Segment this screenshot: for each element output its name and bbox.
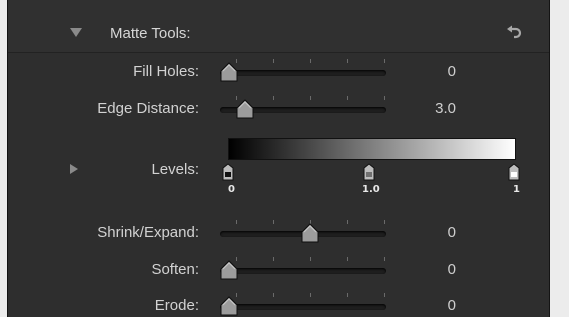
edge-distance-value[interactable]: 3.0 [408, 100, 456, 117]
levels-black-handle[interactable] [222, 163, 234, 181]
slider-thumb[interactable] [220, 296, 238, 316]
slider-tick [273, 293, 274, 297]
slider-tick [310, 96, 311, 100]
disclosure-triangle-icon[interactable] [70, 28, 82, 37]
slider-tick [273, 59, 274, 63]
slider-tick [310, 257, 311, 261]
window-left-edge [0, 0, 7, 317]
edge-distance-label: Edge Distance: [97, 100, 199, 117]
slider-tick [347, 220, 348, 224]
soften-slider[interactable] [220, 257, 386, 281]
levels-gamma-value: 1.0 [362, 184, 380, 195]
slider-tick [273, 220, 274, 224]
slider-tick [384, 257, 385, 261]
slider-tick [347, 59, 348, 63]
window-right-edge [550, 0, 569, 317]
slider-track [220, 70, 386, 76]
reset-icon[interactable] [505, 24, 523, 42]
levels-white-value: 1 [513, 184, 520, 195]
erode-label: Erode: [154, 297, 199, 314]
slider-tick [273, 96, 274, 100]
soften-label: Soften: [151, 261, 199, 278]
inspector-panel: Matte Tools: Fill Holes: 0 Edge Distance… [7, 0, 550, 317]
slider-thumb[interactable] [236, 99, 254, 119]
section-title: Matte Tools: [110, 25, 191, 42]
levels-white-handle[interactable] [508, 163, 520, 181]
slider-tick [347, 96, 348, 100]
slider-tick [384, 220, 385, 224]
levels-gamma-handle[interactable] [363, 163, 375, 181]
levels-gradient-bar [228, 138, 516, 160]
levels-label: Levels: [151, 161, 199, 178]
slider-thumb[interactable] [220, 62, 238, 82]
slider-tick [236, 220, 237, 224]
slider-track [220, 268, 386, 274]
erode-slider[interactable] [220, 293, 386, 317]
slider-tick [384, 293, 385, 297]
slider-tick [347, 257, 348, 261]
slider-tick [384, 96, 385, 100]
shrink-expand-slider[interactable] [220, 220, 386, 244]
fill-holes-value[interactable]: 0 [408, 63, 456, 80]
levels-black-value: 0 [228, 184, 235, 195]
shrink-expand-value[interactable]: 0 [408, 224, 456, 241]
soften-value[interactable]: 0 [408, 261, 456, 278]
slider-tick [310, 59, 311, 63]
fill-holes-slider[interactable] [220, 59, 386, 83]
slider-tick [347, 293, 348, 297]
edge-distance-slider[interactable] [220, 96, 386, 120]
slider-thumb[interactable] [220, 260, 238, 280]
shrink-expand-label: Shrink/Expand: [97, 224, 199, 241]
slider-tick [384, 59, 385, 63]
erode-value[interactable]: 0 [408, 297, 456, 314]
fill-holes-label: Fill Holes: [133, 63, 199, 80]
slider-track [220, 304, 386, 310]
slider-thumb[interactable] [301, 223, 319, 243]
section-header: Matte Tools: [8, 0, 549, 53]
slider-tick [273, 257, 274, 261]
slider-tick [310, 293, 311, 297]
